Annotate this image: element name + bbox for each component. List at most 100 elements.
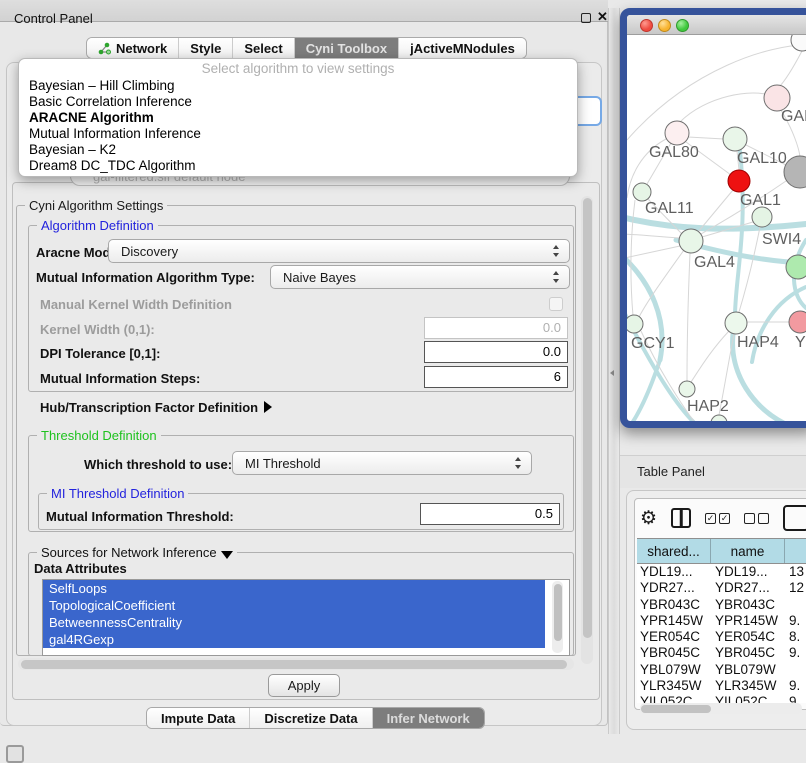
table-row[interactable]: YDR27...YDR27...12	[637, 580, 806, 596]
table-hscrollbar-thumb[interactable]	[641, 705, 711, 713]
zoom-traffic-light[interactable]	[676, 19, 689, 32]
network-node-gal10[interactable]	[723, 127, 747, 151]
node-label: GAL11	[645, 200, 694, 217]
algorithm-placeholder: Select algorithm to view settings	[19, 59, 577, 78]
network-node-y[interactable]	[789, 311, 806, 333]
kernel-width-field[interactable]: 0.0	[424, 317, 568, 339]
table-cell: YIL052C	[637, 694, 711, 703]
tab-cyni-toolbox[interactable]: Cyni Toolbox	[295, 38, 399, 58]
table-row[interactable]: YIL052CYIL052C9	[637, 694, 806, 703]
mi-threshold-field[interactable]: 0.5	[420, 503, 560, 525]
float-window-icon[interactable]	[581, 13, 591, 23]
network-node-hap4[interactable]	[725, 312, 747, 334]
table-cell	[785, 662, 806, 678]
stepper-icon	[515, 457, 522, 469]
node-table: shared... name YDL19...YDL19...13YDR27..…	[637, 538, 806, 703]
algorithm-option[interactable]: Bayesian – K2	[19, 142, 577, 158]
table-row[interactable]: YBL079WYBL079W	[637, 662, 806, 678]
table-cell: 13	[785, 564, 806, 580]
table-row[interactable]: YBR045CYBR045C9.	[637, 645, 806, 661]
minimize-traffic-light[interactable]	[658, 19, 671, 32]
attribute-item[interactable]: BetweennessCentrality	[43, 614, 545, 631]
minimized-panel-icon[interactable]	[6, 745, 24, 763]
settings-hscrollbar-thumb[interactable]	[21, 660, 567, 669]
tab-label: Cyni Toolbox	[306, 41, 387, 56]
stepper-icon	[553, 245, 560, 257]
table-cell: YBR043C	[711, 597, 785, 613]
table-cell: YBR045C	[637, 645, 711, 661]
tab-style[interactable]: Style	[179, 38, 233, 58]
node-label: GAL80	[649, 144, 699, 161]
deselect-all-icon[interactable]	[744, 513, 769, 524]
close-traffic-light[interactable]	[640, 19, 653, 32]
attribute-item[interactable]: TopologicalCoefficient	[43, 597, 545, 614]
mi-steps-label: Mutual Information Steps:	[40, 371, 200, 386]
algorithm-option[interactable]: Basic Correlation Inference	[19, 94, 577, 110]
node-label: GAL	[781, 108, 806, 125]
which-threshold-combo[interactable]: MI Threshold	[232, 451, 532, 475]
table-row[interactable]: YPR145WYPR145W9.	[637, 613, 806, 629]
network-node-hap2[interactable]	[679, 381, 695, 397]
network-node[interactable]	[784, 156, 806, 188]
network-node[interactable]	[728, 170, 750, 192]
attributes-scrollbar-thumb[interactable]	[554, 584, 562, 641]
attribute-item[interactable]: gal4RGexp	[43, 631, 545, 648]
table-row[interactable]: YER054CYER054C8.	[637, 629, 806, 645]
hub-section-expander[interactable]: Hub/Transcription Factor Definition	[40, 400, 272, 415]
algorithm-option[interactable]: ARACNE Algorithm	[19, 110, 577, 126]
mi-steps-field[interactable]: 6	[424, 366, 568, 388]
network-icon	[98, 42, 111, 55]
manual-kernel-checkbox[interactable]	[549, 297, 563, 311]
algorithm-option[interactable]: Dream8 DC_TDC Algorithm	[19, 158, 577, 174]
column-header[interactable]: name	[711, 539, 785, 563]
network-node-gcy1[interactable]	[627, 315, 643, 333]
table-row[interactable]: YLR345WYLR345W9.	[637, 678, 806, 694]
sources-expander[interactable]: Sources for Network Inference	[37, 545, 237, 560]
splitter-arrow-icon[interactable]	[610, 370, 614, 376]
expanded-arrow-icon	[221, 551, 233, 559]
table-cell: 12	[785, 580, 806, 596]
tab-jactivemnodules[interactable]: jActiveMNodules	[399, 38, 526, 58]
tab-label: Infer Network	[387, 711, 470, 726]
network-node-swi4[interactable]	[786, 255, 806, 279]
column-header[interactable]: shared...	[637, 539, 711, 563]
tab-impute-data[interactable]: Impute Data	[147, 708, 250, 728]
aracne-mode-combo[interactable]: Discovery	[108, 239, 570, 263]
network-node-gal80[interactable]	[665, 121, 689, 145]
close-icon[interactable]: ✕	[597, 9, 608, 25]
attribute-item[interactable]: SelfLoops	[43, 580, 545, 597]
table-cell: YBR043C	[637, 597, 711, 613]
column-header[interactable]	[785, 539, 806, 563]
tab-infer-network[interactable]: Infer Network	[373, 708, 484, 728]
data-attributes-list[interactable]: SelfLoopsTopologicalCoefficientBetweenne…	[42, 579, 570, 656]
table-toolbar: ⚙ ✓ ✓	[640, 502, 806, 534]
tab-select[interactable]: Select	[233, 38, 294, 58]
algorithm-option[interactable]: Mutual Information Inference	[19, 126, 577, 142]
settings-scrollbar-thumb[interactable]	[583, 198, 592, 638]
dpi-tolerance-field[interactable]: 0.0	[424, 341, 568, 363]
mi-algorithm-type-combo[interactable]: Naive Bayes	[270, 265, 570, 289]
network-node[interactable]	[791, 35, 806, 51]
split-columns-icon[interactable]	[671, 508, 691, 528]
network-node[interactable]	[711, 415, 727, 421]
network-node-gal4[interactable]	[679, 229, 703, 253]
select-all-icon[interactable]: ✓ ✓	[705, 513, 730, 524]
network-window-titlebar[interactable]	[627, 15, 806, 35]
table-row[interactable]: YDL19...YDL19...13	[637, 564, 806, 580]
bottom-tabbar: Impute Data Discretize Data Infer Networ…	[146, 707, 485, 729]
network-node-gal11[interactable]	[633, 183, 651, 201]
unchecked-box-icon	[758, 513, 769, 524]
page-icon[interactable]	[783, 505, 806, 531]
apply-button[interactable]: Apply	[268, 674, 340, 697]
gear-icon[interactable]: ⚙	[640, 509, 657, 528]
table-row[interactable]: YBR043CYBR043C	[637, 597, 806, 613]
tab-label: Impute Data	[161, 711, 235, 726]
tab-network[interactable]: Network	[87, 38, 179, 58]
table-cell: 9.	[785, 613, 806, 629]
tab-discretize-data[interactable]: Discretize Data	[250, 708, 372, 728]
network-node-gal1[interactable]	[752, 207, 772, 227]
node-label: GCY1	[631, 335, 675, 352]
algorithm-option[interactable]: Bayesian – Hill Climbing	[19, 78, 577, 94]
network-canvas[interactable]: GALGAL80GAL10GAL11GAL1GAL4SWI4GCY1HAP4YH…	[627, 35, 806, 421]
tab-label: Style	[190, 41, 221, 56]
